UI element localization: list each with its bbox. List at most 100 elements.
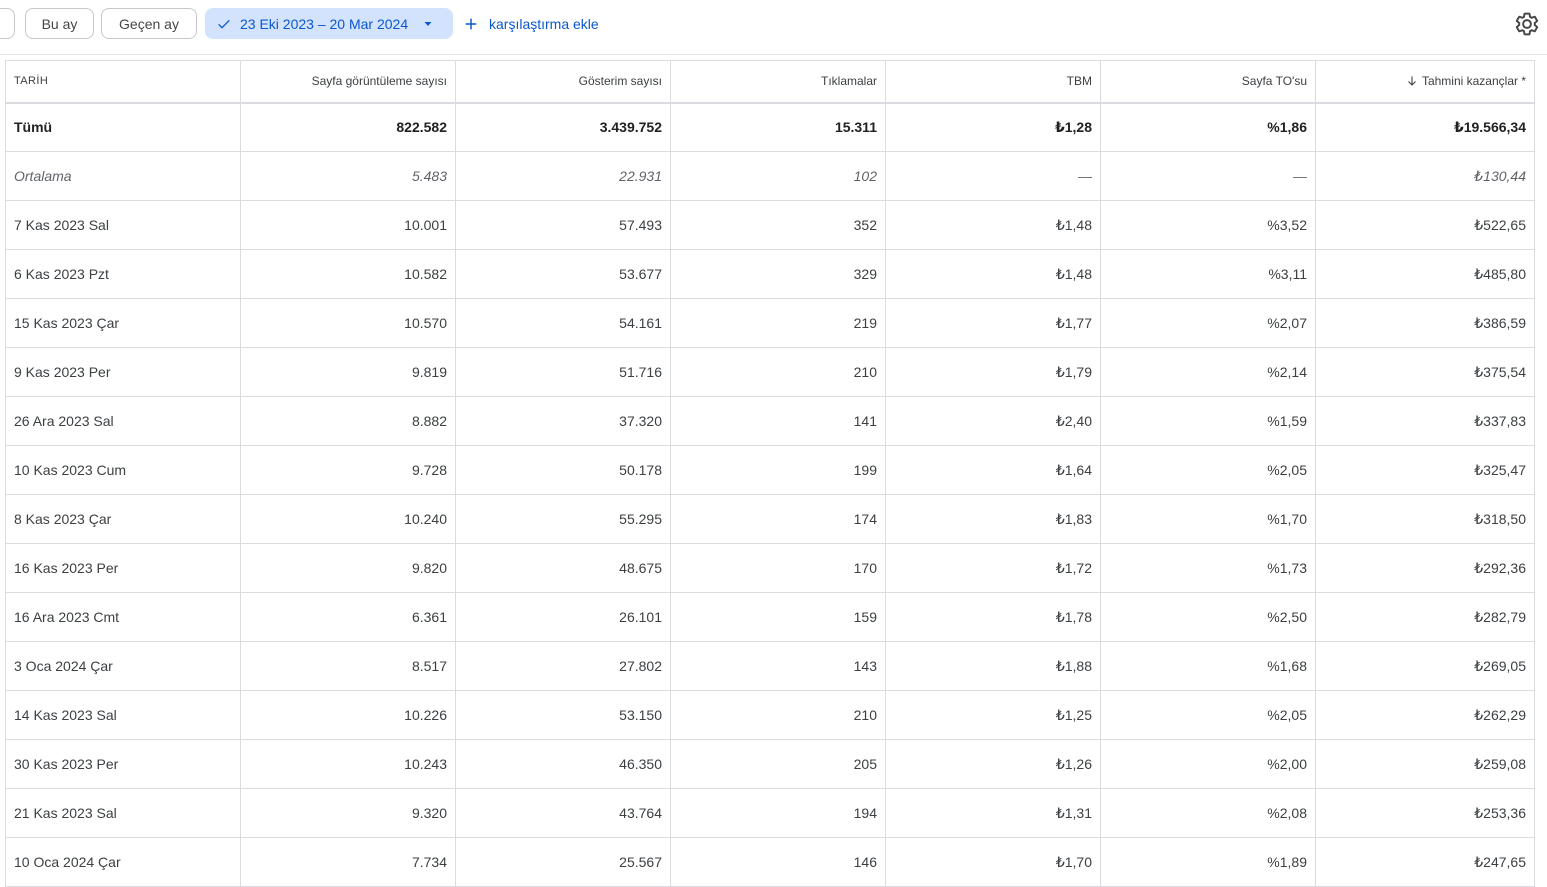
cell: 22.931 <box>455 151 671 201</box>
date-cell: 7 Kas 2023 Sal <box>5 200 241 250</box>
metric-cell: 159 <box>670 592 886 642</box>
column-header-estimated-earnings[interactable]: Tahmini kazançlar * <box>1315 60 1535 104</box>
table-row[interactable]: 3 Oca 2024 Çar 8.517 27.802 143 ₺1,88 %1,68 ₺2… <box>5 641 1535 691</box>
metric-cell: %2,07 <box>1100 298 1316 348</box>
check-icon <box>218 19 230 29</box>
date-range-selector[interactable]: 23 Eki 2023 – 20 Mar 2024 <box>205 8 453 39</box>
cell: 3.439.752 <box>455 102 671 152</box>
metric-cell: 8.882 <box>240 396 456 446</box>
table-row[interactable]: 10 Oca 2024 Çar 7.734 25.567 146 ₺1,70 %1,89 ₺… <box>5 837 1535 887</box>
metric-cell: 48.675 <box>455 543 671 593</box>
date-cell: 3 Oca 2024 Çar <box>5 641 241 691</box>
metric-cell: ₺262,29 <box>1315 690 1535 740</box>
cell: 822.582 <box>240 102 456 152</box>
metric-cell: 219 <box>670 298 886 348</box>
column-header-page-views[interactable]: Sayfa görüntüleme sayısı <box>240 60 456 104</box>
metric-cell: %1,89 <box>1100 837 1316 887</box>
date-chip-offscreen[interactable] <box>0 8 15 39</box>
metric-cell: %2,05 <box>1100 690 1316 740</box>
date-range-label: 23 Eki 2023 – 20 Mar 2024 <box>240 15 409 32</box>
table-header-row: TARİH Sayfa görüntüleme sayısı Gösterim … <box>5 60 1535 104</box>
cell: 15.311 <box>670 102 886 152</box>
date-cell: 8 Kas 2023 Çar <box>5 494 241 544</box>
cell: Ortalama <box>5 151 241 201</box>
metric-cell: 199 <box>670 445 886 495</box>
table-row[interactable]: 6 Kas 2023 Pzt 10.582 53.677 329 ₺1,48 %3,11 ₺… <box>5 249 1535 299</box>
metric-cell: ₺282,79 <box>1315 592 1535 642</box>
column-header-estimated-earnings-label: Tahmini kazançlar * <box>1421 74 1526 89</box>
metric-cell: 9.820 <box>240 543 456 593</box>
metric-cell: %3,11 <box>1100 249 1316 299</box>
column-header-impressions[interactable]: Gösterim sayısı <box>455 60 671 104</box>
date-cell: 15 Kas 2023 Çar <box>5 298 241 348</box>
metric-cell: 141 <box>670 396 886 446</box>
table-row[interactable]: 21 Kas 2023 Sal 9.320 43.764 194 ₺1,31 %2,08 ₺… <box>5 788 1535 838</box>
metric-cell: ₺1,83 <box>885 494 1101 544</box>
metric-cell: %1,68 <box>1100 641 1316 691</box>
table-row[interactable]: 9 Kas 2023 Per 9.819 51.716 210 ₺1,79 %2,14 ₺3… <box>5 347 1535 397</box>
metric-cell: %2,08 <box>1100 788 1316 838</box>
date-cell: 16 Kas 2023 Per <box>5 543 241 593</box>
date-cell: 6 Kas 2023 Pzt <box>5 249 241 299</box>
column-header-page-ctr[interactable]: Sayfa TO'su <box>1100 60 1316 104</box>
metric-cell: 53.677 <box>455 249 671 299</box>
metric-cell: 205 <box>670 739 886 789</box>
cell: Tümü <box>5 102 241 152</box>
last-month-chip[interactable]: Geçen ay <box>101 8 197 39</box>
metric-cell: ₺1,48 <box>885 249 1101 299</box>
metric-cell: ₺259,08 <box>1315 739 1535 789</box>
metric-cell: 146 <box>670 837 886 887</box>
metric-cell: %2,00 <box>1100 739 1316 789</box>
date-cell: 9 Kas 2023 Per <box>5 347 241 397</box>
metric-cell: %1,59 <box>1100 396 1316 446</box>
table-row[interactable]: 16 Kas 2023 Per 9.820 48.675 170 ₺1,72 %1,73 ₺… <box>5 543 1535 593</box>
metric-cell: 10.570 <box>240 298 456 348</box>
gear-icon[interactable] <box>1514 11 1540 37</box>
caret-down-icon <box>424 21 432 26</box>
metric-cell: 10.243 <box>240 739 456 789</box>
cell: %1,86 <box>1100 102 1316 152</box>
table-row[interactable]: 7 Kas 2023 Sal 10.001 57.493 352 ₺1,48 %3,52 ₺… <box>5 200 1535 250</box>
column-header-clicks[interactable]: Tıklamalar <box>670 60 886 104</box>
table-row[interactable]: 26 Ara 2023 Sal 8.882 37.320 141 ₺2,40 %1,59 ₺… <box>5 396 1535 446</box>
metric-cell: ₺1,31 <box>885 788 1101 838</box>
metric-cell: ₺247,65 <box>1315 837 1535 887</box>
metric-cell: 43.764 <box>455 788 671 838</box>
metric-cell: 210 <box>670 690 886 740</box>
metric-cell: ₺1,25 <box>885 690 1101 740</box>
metric-cell: 55.295 <box>455 494 671 544</box>
table-body: Tümü 822.582 3.439.752 15.311 ₺1,28 %1,8… <box>5 102 1535 887</box>
metric-cell: 46.350 <box>455 739 671 789</box>
metric-cell: %2,50 <box>1100 592 1316 642</box>
metric-cell: %1,70 <box>1100 494 1316 544</box>
metric-cell: 10.240 <box>240 494 456 544</box>
metric-cell: 51.716 <box>455 347 671 397</box>
table-row[interactable]: 15 Kas 2023 Çar 10.570 54.161 219 ₺1,77 %2,07… <box>5 298 1535 348</box>
metric-cell: ₺375,54 <box>1315 347 1535 397</box>
add-comparison-button[interactable]: karşılaştırma ekle <box>463 8 599 39</box>
cell: ₺19.566,34 <box>1315 102 1535 152</box>
table-row[interactable]: 10 Kas 2023 Cum 9.728 50.178 199 ₺1,64 %2,05 ₺… <box>5 445 1535 495</box>
metric-cell: 57.493 <box>455 200 671 250</box>
metric-cell: ₺1,88 <box>885 641 1101 691</box>
table-row[interactable]: 30 Kas 2023 Per 10.243 46.350 205 ₺1,26 %2,00… <box>5 739 1535 789</box>
total-row: Tümü 822.582 3.439.752 15.311 ₺1,28 %1,8… <box>5 102 1535 152</box>
metric-cell: ₺337,83 <box>1315 396 1535 446</box>
table-row[interactable]: 16 Ara 2023 Cmt 6.361 26.101 159 ₺1,78 %2,50 ₺… <box>5 592 1535 642</box>
table-row[interactable]: 14 Kas 2023 Sal 10.226 53.150 210 ₺1,25 %2,05… <box>5 690 1535 740</box>
metric-cell: ₺1,78 <box>885 592 1101 642</box>
date-cell: 10 Oca 2024 Çar <box>5 837 241 887</box>
cell: — <box>885 151 1101 201</box>
column-header-date[interactable]: TARİH <box>5 60 241 104</box>
metric-cell: ₺318,50 <box>1315 494 1535 544</box>
metric-cell: 10.226 <box>240 690 456 740</box>
metric-cell: 53.150 <box>455 690 671 740</box>
cell: ₺1,28 <box>885 102 1101 152</box>
column-header-cpc[interactable]: TBM <box>885 60 1101 104</box>
metric-cell: ₺1,26 <box>885 739 1101 789</box>
this-month-chip[interactable]: Bu ay <box>25 8 94 39</box>
metric-cell: 9.819 <box>240 347 456 397</box>
metric-cell: 25.567 <box>455 837 671 887</box>
metric-cell: 54.161 <box>455 298 671 348</box>
table-row[interactable]: 8 Kas 2023 Çar 10.240 55.295 174 ₺1,83 %1,70 ₺… <box>5 494 1535 544</box>
